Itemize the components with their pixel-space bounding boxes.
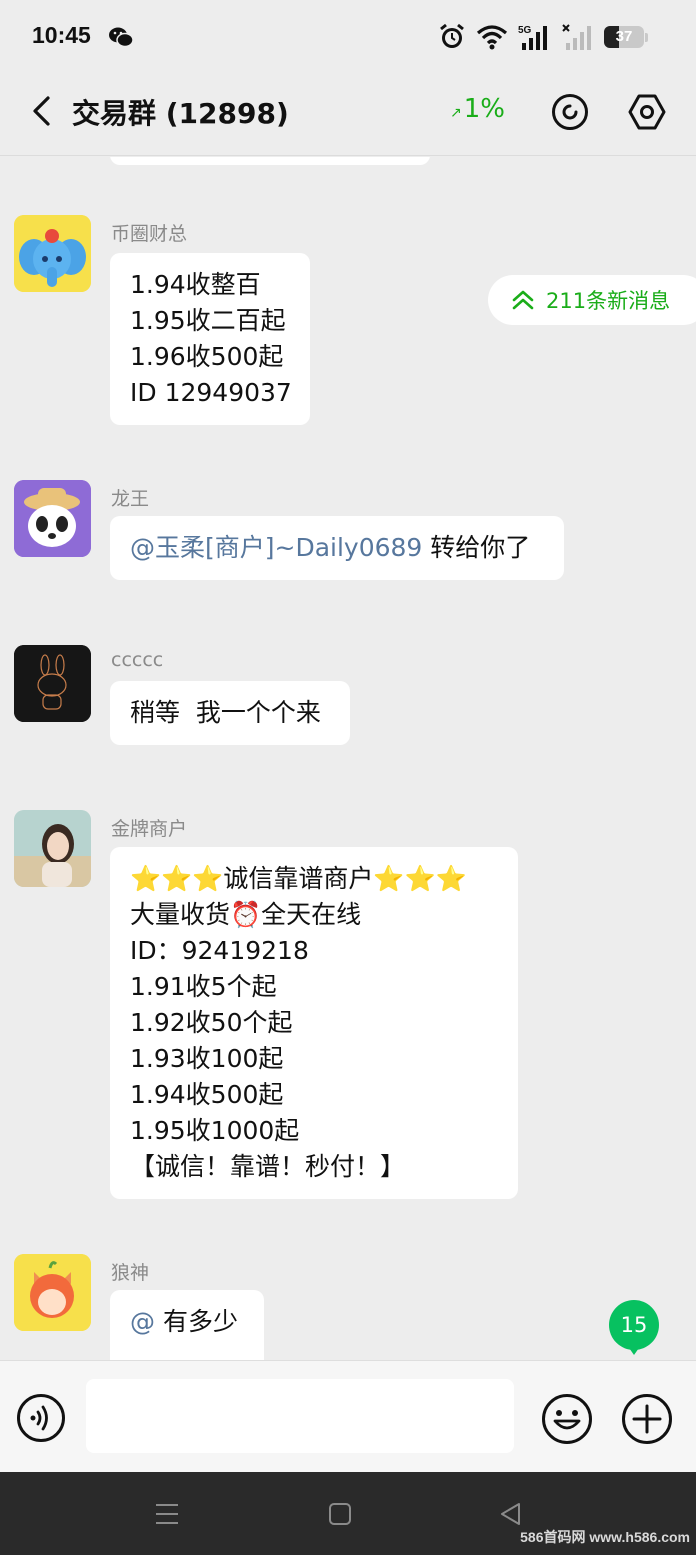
message-input[interactable] bbox=[86, 1379, 514, 1453]
message-line: ID：92419218 bbox=[130, 936, 309, 965]
status-icons: 5G 37 bbox=[438, 22, 648, 52]
avatar[interactable] bbox=[14, 645, 91, 722]
battery-tip bbox=[645, 32, 648, 42]
avatar-bunny-icon bbox=[14, 645, 91, 722]
up-arrow-icon: ↗ bbox=[450, 105, 462, 121]
avatar-panda-icon bbox=[14, 480, 91, 557]
sender-name: 龙王 bbox=[111, 488, 150, 510]
message-line: 1.96收500起 bbox=[130, 342, 284, 371]
watermark: 586首码网 www.h586.com bbox=[520, 1529, 690, 1545]
chat-area[interactable]: 币圈财总 1.94收整百 1.95收二百起 1.96收500起 ID 12949… bbox=[0, 157, 696, 1360]
message-bubble[interactable]: @ 有多少 bbox=[110, 1290, 264, 1360]
rate-value: 1% bbox=[463, 94, 505, 124]
input-bar bbox=[0, 1360, 696, 1472]
avatar[interactable] bbox=[14, 810, 91, 887]
message-line: @玉柔[商户]~Daily0689 转给你了 bbox=[130, 530, 544, 566]
sender-name: ccccc bbox=[111, 649, 164, 671]
double-chevron-up-icon bbox=[512, 290, 534, 310]
message-line: 1.95收二百起 bbox=[130, 306, 286, 335]
message-line: 1.92收50个起 bbox=[130, 1008, 293, 1037]
sender-name: 币圈财总 bbox=[111, 223, 188, 245]
message-bubble[interactable]: 1.94收整百 1.95收二百起 1.96收500起 ID 12949037 bbox=[110, 253, 310, 425]
signal-5g-icon: 5G bbox=[518, 25, 547, 50]
avatar[interactable] bbox=[14, 215, 91, 292]
nav-menu-icon[interactable] bbox=[153, 1500, 181, 1528]
wechat-icon bbox=[109, 27, 134, 48]
nav-back-icon[interactable] bbox=[497, 1500, 525, 1528]
message-bubble[interactable]: @玉柔[商户]~Daily0689 转给你了 bbox=[110, 516, 564, 580]
rate-indicator: ↗ 1% bbox=[450, 94, 505, 124]
message-line: 【诚信！靠谱！秒付！】 bbox=[130, 1152, 406, 1181]
message-line: 1.93收100起 bbox=[130, 1044, 284, 1073]
chat-header: 交易群 (12898) ↗ 1% bbox=[0, 76, 696, 156]
new-messages-label: 211条新消息 bbox=[546, 289, 671, 313]
message-line: 稍等 我一个个来 bbox=[130, 698, 321, 727]
message-line: 大量收货⏰全天在线 bbox=[130, 900, 362, 929]
message-line: ⭐⭐⭐诚信靠谱商户⭐⭐⭐ bbox=[130, 864, 467, 893]
nav-home-icon[interactable] bbox=[326, 1500, 354, 1528]
mention-link[interactable]: @玉柔[商户]~Daily0689 bbox=[130, 533, 422, 562]
message-text: 有多少 bbox=[155, 1307, 238, 1336]
message-line: 1.94收500起 bbox=[130, 1080, 284, 1109]
avatar-elephant-icon bbox=[14, 215, 91, 292]
plus-icon[interactable] bbox=[621, 1393, 673, 1445]
sender-name: 金牌商户 bbox=[111, 818, 188, 840]
message-line: ID 12949037 bbox=[130, 378, 292, 407]
system-nav-bar: 586首码网 www.h586.com bbox=[0, 1472, 696, 1555]
signal-empty-icon bbox=[562, 24, 591, 50]
avatar-photo-icon bbox=[14, 810, 91, 887]
message-bubble[interactable]: 稍等 我一个个来 bbox=[110, 681, 350, 745]
status-bar: 10:45 5G 37 bbox=[0, 0, 696, 76]
unread-count-badge[interactable]: 15 bbox=[609, 1300, 659, 1350]
emoji-icon[interactable] bbox=[541, 1393, 593, 1445]
avatar-girl-icon bbox=[14, 1254, 91, 1331]
message-line: 1.95收1000起 bbox=[130, 1116, 300, 1145]
message-bubble-partial[interactable] bbox=[110, 157, 430, 165]
avatar[interactable] bbox=[14, 1254, 91, 1331]
settings-icon[interactable] bbox=[627, 92, 667, 132]
sender-name: 狼神 bbox=[111, 1262, 150, 1284]
new-messages-button[interactable]: 211条新消息 bbox=[488, 275, 696, 325]
back-icon[interactable] bbox=[26, 94, 60, 128]
wifi-icon bbox=[476, 25, 508, 50]
chat-title: 交易群 (12898) bbox=[72, 97, 289, 130]
status-time: 10:45 bbox=[32, 22, 91, 48]
refresh-icon[interactable] bbox=[550, 92, 590, 132]
battery-level: 37 bbox=[615, 28, 633, 45]
svg-text:5G: 5G bbox=[518, 25, 532, 36]
avatar[interactable] bbox=[14, 480, 91, 557]
unread-badge-tail bbox=[627, 1345, 641, 1355]
battery-indicator: 37 bbox=[604, 26, 644, 48]
voice-icon[interactable] bbox=[16, 1393, 66, 1443]
alarm-icon bbox=[440, 23, 464, 48]
mention-link[interactable]: @ bbox=[130, 1307, 155, 1336]
message-text: 转给你了 bbox=[422, 533, 531, 562]
message-line: 1.91收5个起 bbox=[130, 972, 277, 1001]
message-line: @ 有多少 bbox=[130, 1304, 244, 1340]
message-bubble[interactable]: ⭐⭐⭐诚信靠谱商户⭐⭐⭐ 大量收货⏰全天在线 ID：92419218 1.91收… bbox=[110, 847, 518, 1199]
message-line: 1.94收整百 bbox=[130, 270, 261, 299]
